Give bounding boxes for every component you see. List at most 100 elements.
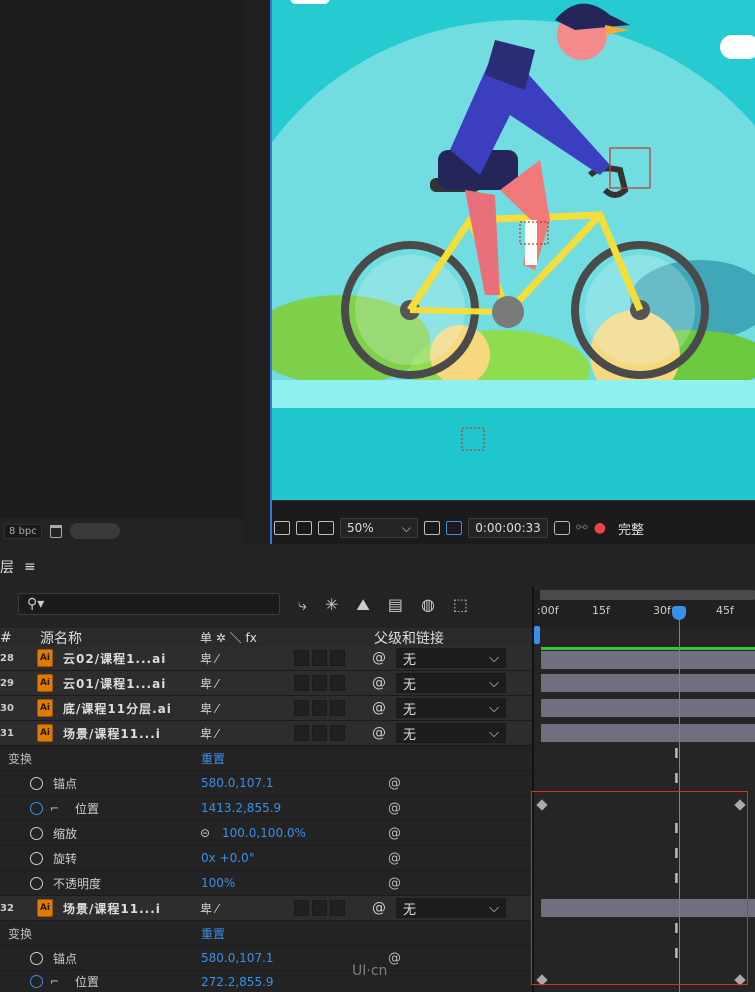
- constrain-proportions-icon[interactable]: ⊝: [200, 826, 210, 840]
- property-value[interactable]: 0x +0.0°: [201, 851, 255, 865]
- playhead-handle[interactable]: [672, 606, 686, 620]
- property-value[interactable]: 100.0,100.0%: [222, 826, 306, 840]
- composition-flowchart-icon[interactable]: ⤷: [298, 595, 307, 615]
- switch-box[interactable]: [330, 725, 345, 741]
- layer-search-input[interactable]: [18, 593, 280, 615]
- switch-box[interactable]: [312, 900, 327, 916]
- switch-box[interactable]: [294, 900, 309, 916]
- scroll-handle[interactable]: [69, 523, 120, 539]
- switch-icons[interactable]: 卑 ⁄: [200, 675, 218, 692]
- stopwatch-icon[interactable]: [30, 975, 43, 988]
- pick-whip-icon[interactable]: @: [372, 700, 386, 716]
- trash-icon[interactable]: [49, 524, 62, 538]
- switch-box[interactable]: [312, 675, 327, 691]
- property-value[interactable]: 580.0,107.1: [201, 776, 274, 790]
- property-value[interactable]: 100%: [201, 876, 235, 890]
- stopwatch-icon[interactable]: [30, 801, 43, 815]
- layer-duration-bar[interactable]: [541, 724, 755, 742]
- mask-view-icon[interactable]: [318, 521, 334, 535]
- show-snapshot-icon[interactable]: ⚯: [576, 520, 588, 536]
- switch-box[interactable]: [330, 675, 345, 691]
- parent-dropdown[interactable]: 无 ⌵: [396, 898, 506, 918]
- motion-blur-icon[interactable]: ◍: [421, 595, 435, 615]
- channel-icon[interactable]: ●: [594, 520, 606, 536]
- parent-dropdown[interactable]: 无 ⌵: [396, 698, 506, 718]
- layer-name[interactable]: 云02/课程1...ai: [63, 650, 166, 667]
- current-time-field[interactable]: 0:00:00:33: [468, 518, 548, 538]
- switch-box[interactable]: [312, 725, 327, 741]
- region-of-interest-icon[interactable]: [274, 521, 290, 535]
- property-row[interactable]: 旋转 0x +0.0° @: [0, 846, 532, 871]
- work-area-bar[interactable]: [540, 590, 755, 600]
- parent-dropdown[interactable]: 无 ⌵: [396, 673, 506, 693]
- transparency-grid-icon[interactable]: [446, 521, 462, 535]
- property-row[interactable]: 缩放 ⊝ 100.0,100.0% @: [0, 821, 532, 846]
- graph-icon[interactable]: ⌐: [50, 802, 59, 815]
- property-row[interactable]: ⌐ 位置 272.2,855.9: [0, 971, 532, 992]
- layer-row[interactable]: 32 Ai 场景/课程11...i 卑 ⁄ @ 无 ⌵: [0, 896, 532, 921]
- stopwatch-icon[interactable]: [30, 776, 43, 790]
- pick-whip-icon[interactable]: @: [388, 776, 401, 791]
- property-row[interactable]: 锚点 580.0,107.1 @: [0, 946, 532, 971]
- stopwatch-icon[interactable]: [30, 876, 43, 890]
- pick-whip-icon[interactable]: @: [372, 675, 386, 691]
- layer-name[interactable]: 底/课程11分层.ai: [63, 700, 172, 717]
- pick-whip-icon[interactable]: @: [388, 851, 401, 866]
- switch-icons[interactable]: 卑 ⁄: [200, 900, 218, 917]
- transform-group-row[interactable]: 变换 重置: [0, 921, 532, 946]
- layer-name[interactable]: 场景/课程11...i: [63, 725, 161, 742]
- layer-row[interactable]: 31 Ai 场景/课程11...i 卑 ⁄ @ 无 ⌵: [0, 721, 532, 746]
- switch-icons[interactable]: 卑 ⁄: [200, 725, 218, 742]
- transform-group-row[interactable]: 变换 重置: [0, 746, 532, 771]
- layer-name[interactable]: 云01/课程1...ai: [63, 675, 166, 692]
- graph-icon[interactable]: ⌐: [50, 975, 59, 988]
- switch-box[interactable]: [312, 700, 327, 716]
- reset-link[interactable]: 重置: [201, 750, 225, 767]
- parent-dropdown[interactable]: 无 ⌵: [396, 648, 506, 668]
- layer-duration-bar[interactable]: [541, 651, 755, 669]
- stopwatch-icon[interactable]: [30, 951, 43, 965]
- switch-box[interactable]: [294, 675, 309, 691]
- panel-menu-icon[interactable]: ≡: [24, 559, 36, 575]
- resolution-dropdown[interactable]: 完整: [612, 518, 697, 538]
- timeline-title[interactable]: 层: [0, 557, 14, 577]
- layer-row[interactable]: 28 Ai 云02/课程1...ai 卑 ⁄ @ 无 ⌵: [0, 646, 532, 671]
- col-parent[interactable]: 父级和链接: [374, 628, 444, 648]
- stopwatch-icon[interactable]: [30, 826, 43, 840]
- stopwatch-icon[interactable]: [30, 851, 43, 865]
- pick-whip-icon[interactable]: @: [388, 951, 401, 966]
- frame-blending-icon[interactable]: ▤: [388, 595, 403, 615]
- col-source-name[interactable]: 源名称: [40, 628, 82, 648]
- draft-3d-icon[interactable]: ✳: [325, 595, 338, 615]
- switch-box[interactable]: [330, 650, 345, 666]
- switch-box[interactable]: [294, 700, 309, 716]
- switch-box[interactable]: [294, 650, 309, 666]
- parent-dropdown[interactable]: 无 ⌵: [396, 723, 506, 743]
- property-row[interactable]: 不透明度 100% @: [0, 871, 532, 896]
- switch-box[interactable]: [330, 900, 345, 916]
- switch-icons[interactable]: 卑 ⁄: [200, 650, 218, 667]
- layer-row[interactable]: 29 Ai 云01/课程1...ai 卑 ⁄ @ 无 ⌵: [0, 671, 532, 696]
- layer-duration-bar[interactable]: [541, 699, 755, 717]
- pick-whip-icon[interactable]: @: [388, 826, 401, 841]
- grid-guides-icon[interactable]: [424, 521, 440, 535]
- layer-row[interactable]: 30 Ai 底/课程11分层.ai 卑 ⁄ @ 无 ⌵: [0, 696, 532, 721]
- shy-layers-icon[interactable]: ⛰: [356, 595, 369, 615]
- property-value[interactable]: 580.0,107.1: [201, 951, 274, 965]
- display-icon[interactable]: [296, 521, 312, 535]
- reset-link[interactable]: 重置: [201, 925, 225, 942]
- layer-name[interactable]: 场景/课程11...i: [63, 900, 161, 917]
- camera-snapshot-icon[interactable]: [554, 521, 570, 535]
- property-value[interactable]: 1413.2,855.9: [201, 801, 281, 815]
- pick-whip-icon[interactable]: @: [388, 876, 401, 891]
- pick-whip-icon[interactable]: @: [388, 801, 401, 816]
- property-row[interactable]: ⌐ 位置 1413.2,855.9 @: [0, 796, 532, 821]
- switch-box[interactable]: [294, 725, 309, 741]
- pick-whip-icon[interactable]: @: [372, 900, 386, 916]
- zoom-dropdown[interactable]: 50% ⌵: [340, 518, 418, 538]
- property-row[interactable]: 锚点 580.0,107.1 @: [0, 771, 532, 796]
- switch-icons[interactable]: 卑 ⁄: [200, 700, 218, 717]
- switch-box[interactable]: [312, 650, 327, 666]
- pick-whip-icon[interactable]: @: [372, 725, 386, 741]
- layer-duration-bar[interactable]: [541, 674, 755, 692]
